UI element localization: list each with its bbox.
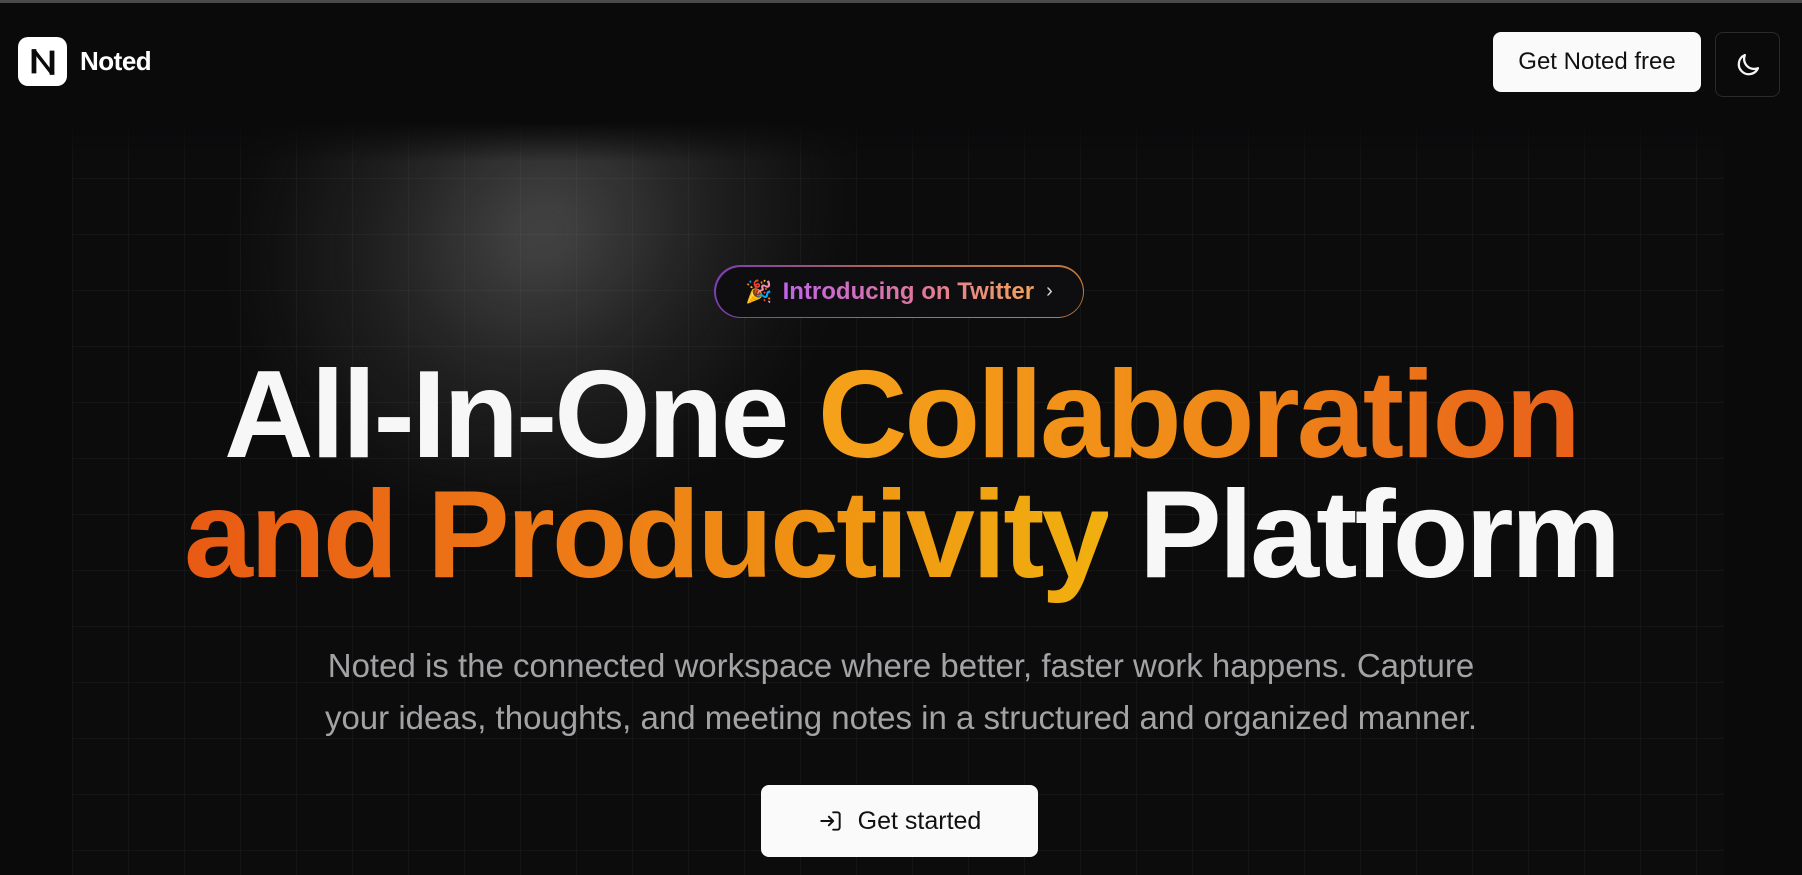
- brand-logo[interactable]: Noted: [18, 37, 152, 86]
- noted-logo-icon: [18, 37, 67, 86]
- navbar: Noted Get Noted free: [0, 3, 1802, 119]
- headline-part-platform: Platform: [1107, 466, 1621, 604]
- chevron-right-icon: ›: [1046, 280, 1053, 302]
- theme-toggle-button[interactable]: [1715, 32, 1780, 97]
- hero-headline: All-In-One Collaboration and Productivit…: [0, 353, 1802, 597]
- badge-inner: 🎉 Introducing on Twitter ›: [715, 266, 1083, 317]
- party-popper-icon: 🎉: [745, 278, 773, 304]
- brand-name: Noted: [80, 46, 152, 76]
- moon-icon: [1737, 53, 1759, 75]
- get-noted-free-button[interactable]: Get Noted free: [1493, 32, 1701, 92]
- headline-part-all-in-one: All-In-One: [224, 346, 818, 484]
- get-started-button[interactable]: Get started: [761, 785, 1038, 857]
- badge-label: Introducing on Twitter: [782, 277, 1035, 305]
- subtitle-line-1: Noted is the connected workspace where b…: [327, 647, 1475, 684]
- n-letter-icon: [31, 48, 54, 75]
- headline-part-collaboration: Collaboration: [817, 346, 1581, 484]
- subtitle-line-2: your ideas, thoughts, and meeting notes …: [324, 699, 1478, 736]
- hero-subtitle: Noted is the connected workspace where b…: [0, 640, 1802, 744]
- hero-top-fade: [72, 122, 1724, 162]
- get-started-label: Get started: [857, 806, 982, 835]
- headline-part-and-productivity: and Productivity: [184, 466, 1110, 604]
- login-icon: [819, 811, 841, 831]
- introducing-on-twitter-badge[interactable]: 🎉 Introducing on Twitter ›: [714, 265, 1084, 318]
